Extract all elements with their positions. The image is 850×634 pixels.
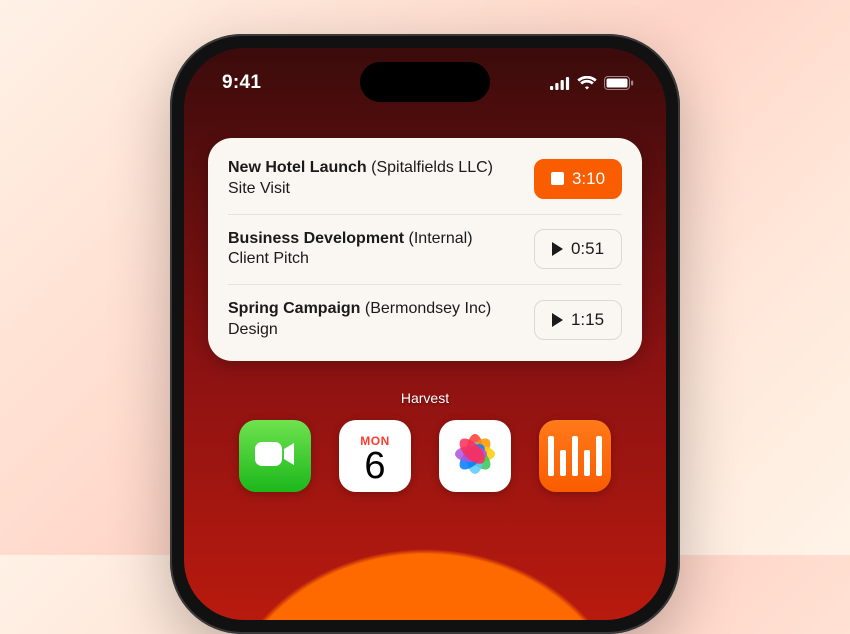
timer-duration: 3:10 (572, 169, 605, 189)
status-icons (550, 76, 634, 90)
timer-entry[interactable]: Spring Campaign (Bermondsey Inc) Design … (228, 284, 622, 355)
play-icon (552, 242, 563, 256)
timer-entry[interactable]: New Hotel Launch (Spitalfields LLC) Site… (228, 144, 622, 214)
project-client: (Bermondsey Inc) (365, 300, 491, 317)
entry-text: Business Development (Internal) Client P… (228, 229, 522, 271)
dynamic-island (360, 62, 490, 102)
stop-icon (551, 172, 564, 185)
widget-label: Harvest (184, 390, 666, 406)
video-icon (255, 440, 295, 473)
entry-text: Spring Campaign (Bermondsey Inc) Design (228, 299, 522, 341)
project-name: New Hotel Launch (228, 159, 367, 176)
calendar-date: 6 (364, 448, 385, 484)
facetime-app[interactable] (239, 420, 311, 492)
entry-text: New Hotel Launch (Spitalfields LLC) Site… (228, 158, 522, 200)
cellular-icon (550, 77, 570, 90)
stop-timer-button[interactable]: 3:10 (534, 159, 622, 199)
phone-frame: 9:41 New Hotel Launch (Spitalfields LLC) (170, 34, 680, 634)
photos-app[interactable] (439, 420, 511, 492)
start-timer-button[interactable]: 0:51 (534, 229, 622, 269)
photos-flower-icon (450, 429, 500, 484)
timer-entry[interactable]: Business Development (Internal) Client P… (228, 214, 622, 285)
wifi-icon (577, 76, 597, 90)
timer-duration: 0:51 (571, 239, 604, 259)
project-name: Spring Campaign (228, 300, 360, 317)
project-name: Business Development (228, 230, 404, 247)
project-client: (Internal) (409, 230, 473, 247)
play-icon (552, 313, 563, 327)
phone-screen: 9:41 New Hotel Launch (Spitalfields LLC) (184, 48, 666, 620)
calendar-app[interactable]: MON 6 (339, 420, 411, 492)
battery-icon (604, 76, 634, 90)
task-name: Design (228, 320, 522, 341)
start-timer-button[interactable]: 1:15 (534, 300, 622, 340)
harvest-widget[interactable]: New Hotel Launch (Spitalfields LLC) Site… (208, 138, 642, 361)
task-name: Client Pitch (228, 249, 522, 270)
harvest-bars-icon (548, 436, 602, 476)
timer-duration: 1:15 (571, 310, 604, 330)
task-name: Site Visit (228, 179, 522, 200)
status-time: 9:41 (222, 72, 261, 94)
project-client: (Spitalfields LLC) (371, 159, 493, 176)
harvest-app[interactable] (539, 420, 611, 492)
home-app-row: MON 6 (184, 420, 666, 492)
